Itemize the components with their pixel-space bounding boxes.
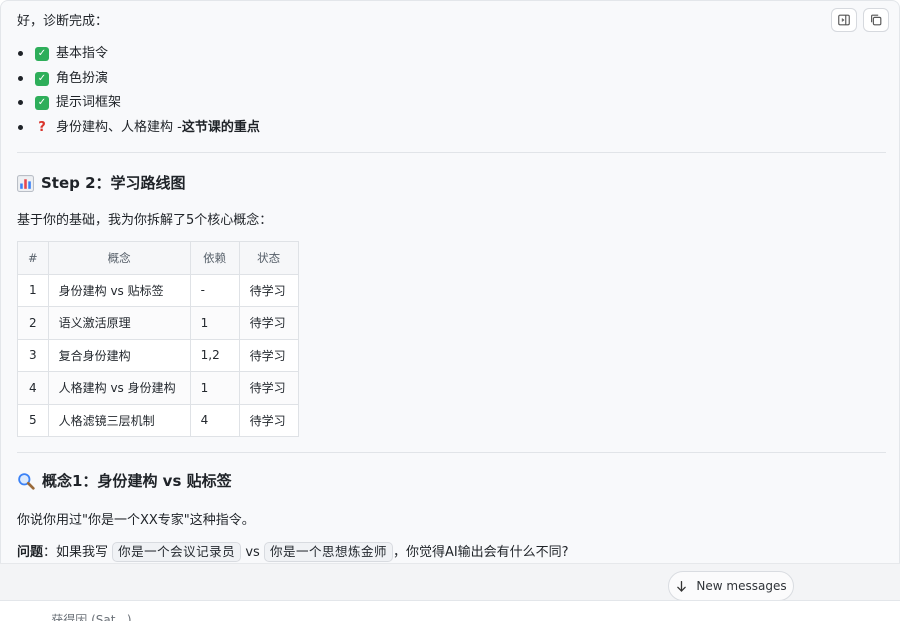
concept1-heading: 概念1：身份建构 vs 贴标签 xyxy=(17,471,232,491)
check-box-icon: ✓ xyxy=(35,96,49,110)
inline-code: 你是一个会议记录员 xyxy=(112,542,242,562)
check-box-icon: ✓ xyxy=(35,47,49,61)
question-line: 问题：如果我写 你是一个会议记录员 vs 你是一个思想炼金师 ，你觉得AI输出会有… xyxy=(17,542,569,562)
step2-description: 基于你的基础，我为你拆解了5个核心概念： xyxy=(17,213,273,228)
divider xyxy=(17,452,886,453)
new-messages-button[interactable]: New messages xyxy=(668,571,794,601)
concept1-paragraph: 你说你用过"你是一个XX专家"这种指令。 xyxy=(17,513,255,528)
magnifier-icon xyxy=(17,472,35,490)
table-row: 5 人格滤镜三层机制 4 待学习 xyxy=(17,403,299,437)
column-header: 概念 xyxy=(47,241,191,275)
sidebar-toggle-button[interactable] xyxy=(831,8,857,32)
copy-icon xyxy=(871,14,882,26)
table-row: 4 人格建构 vs 身份建构 1 待学习 xyxy=(17,371,299,405)
step2-heading: Step 2：学习路线图 xyxy=(17,173,186,193)
question-mark-icon: ? xyxy=(38,119,46,135)
table-row: 3 复合身份建构 1,2 待学习 xyxy=(17,338,299,372)
chat-panel: 好，诊断完成： ✓ 基本指令 ✓ 角色扮演 ✓ 提示词框架 ? 身份建构、人格建构 - … xyxy=(0,0,900,563)
diagnosis-list: ✓ 基本指令 ✓ 角色扮演 ✓ 提示词框架 ? 身份建构、人格建构 - 这节课的重点 xyxy=(17,45,260,143)
divider xyxy=(17,152,886,153)
new-messages-label: New messages xyxy=(696,579,787,593)
list-item: ✓ 角色扮演 xyxy=(17,70,260,95)
column-header: 状态 xyxy=(238,241,299,275)
column-header: # xyxy=(17,241,49,275)
bar-chart-icon xyxy=(17,174,34,192)
inline-code: 你是一个思想炼金师 xyxy=(263,542,393,562)
table-row: 2 语义激活原理 1 待学习 xyxy=(17,306,299,340)
sidebar-toggle-icon xyxy=(838,14,850,26)
list-item: ✓ 提示词框架 xyxy=(17,94,260,119)
message-toolbar xyxy=(831,8,889,32)
focus-emphasis: 这节课的重点 xyxy=(181,119,260,135)
copy-button[interactable] xyxy=(863,8,889,32)
bottom-partial-text: ... 获得因 (Sat...) ... ... xyxy=(36,613,163,621)
intro-text: 好，诊断完成： xyxy=(17,14,109,29)
column-header: 依赖 xyxy=(189,241,240,275)
roadmap-table: # 概念 依赖 状态 1 身份建构 vs 贴标签 - 待学习 2 语义激活原理 1 待学习 … xyxy=(17,241,299,437)
table-row: 1 身份建构 vs 贴标签 - 待学习 xyxy=(17,273,299,307)
arrow-down-icon xyxy=(677,580,687,592)
list-item: ? 身份建构、人格建构 - 这节课的重点 xyxy=(17,119,260,144)
table-header-row: # 概念 依赖 状态 xyxy=(17,241,299,275)
check-box-icon: ✓ xyxy=(35,71,49,86)
list-item: ✓ 基本指令 xyxy=(17,45,260,70)
